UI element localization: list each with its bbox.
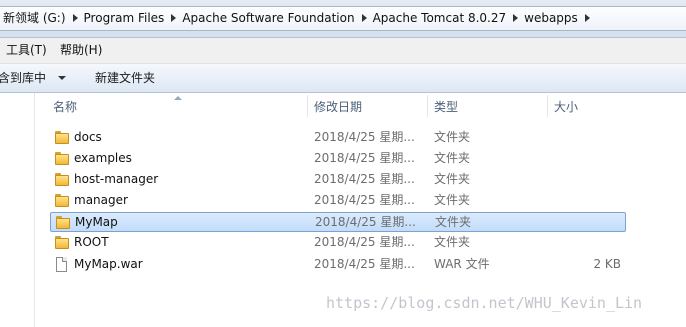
- file-date: 2018/4/25 星期...: [314, 193, 415, 207]
- file-date: 2018/4/25 星期...: [315, 215, 416, 229]
- file-date: 2018/4/25 星期...: [314, 235, 415, 249]
- include-in-library-button[interactable]: 包含到库中: [0, 64, 72, 92]
- file-name: examples: [74, 151, 132, 165]
- menu-help[interactable]: 帮助(H): [60, 38, 102, 63]
- column-header: 名称 修改日期 类型 大小: [36, 93, 686, 119]
- new-folder-button[interactable]: 新建文件夹: [95, 64, 155, 92]
- breadcrumb[interactable]: 新领域 (G:) Program Files Apache Software Fou…: [0, 6, 686, 31]
- breadcrumb-arrow-icon[interactable]: [361, 14, 367, 22]
- file-name: MyMap.war: [74, 257, 143, 271]
- file-date: 2018/4/25 星期...: [314, 151, 415, 165]
- column-divider[interactable]: [547, 95, 548, 117]
- include-in-library-label: 包含到库中: [0, 71, 47, 85]
- file-row-host-manager[interactable]: host-manager 2018/4/25 星期... 文件夹: [50, 170, 626, 190]
- file-row-root[interactable]: ROOT 2018/4/25 星期... 文件夹: [50, 233, 626, 253]
- folder-icon: [55, 236, 69, 249]
- file-date: 2018/4/25 星期...: [314, 257, 415, 271]
- file-row-docs[interactable]: docs 2018/4/25 星期... 文件夹: [50, 128, 626, 148]
- file-name: host-manager: [74, 172, 159, 186]
- file-type: 文件夹: [434, 151, 471, 165]
- breadcrumb-webapps[interactable]: webapps: [524, 7, 578, 30]
- breadcrumb-drive[interactable]: 新领域 (G:): [3, 7, 66, 30]
- column-divider[interactable]: [427, 95, 428, 117]
- breadcrumb-arrow-icon[interactable]: [584, 14, 590, 22]
- address-bar: 新领域 (G:) Program Files Apache Software Fou…: [0, 0, 686, 38]
- folder-icon: [55, 194, 69, 207]
- file-type: 文件夹: [435, 215, 472, 229]
- file-row-examples[interactable]: examples 2018/4/25 星期... 文件夹: [50, 149, 626, 169]
- file-row-manager[interactable]: manager 2018/4/25 星期... 文件夹: [50, 191, 626, 211]
- file-name: ROOT: [74, 235, 109, 249]
- file-icon: [56, 257, 67, 272]
- file-date: 2018/4/25 星期...: [314, 172, 415, 186]
- file-type: 文件夹: [434, 235, 471, 249]
- column-name[interactable]: 名称: [53, 93, 77, 121]
- column-size[interactable]: 大小: [554, 93, 578, 121]
- folder-icon: [55, 173, 69, 186]
- file-row-mymap-war[interactable]: MyMap.war 2018/4/25 星期... WAR 文件 2 KB: [50, 255, 626, 275]
- command-bar: 包含到库中 新建文件夹: [0, 64, 686, 93]
- file-name: MyMap: [75, 215, 118, 229]
- breadcrumb-arrow-icon[interactable]: [72, 14, 78, 22]
- breadcrumb-apache-software-foundation[interactable]: Apache Software Foundation: [182, 7, 354, 30]
- breadcrumb-arrow-icon[interactable]: [171, 14, 177, 22]
- sort-ascending-icon: [174, 96, 182, 100]
- file-type: 文件夹: [434, 172, 471, 186]
- column-date[interactable]: 修改日期: [314, 93, 362, 121]
- breadcrumb-apache-tomcat[interactable]: Apache Tomcat 8.0.27: [373, 7, 507, 30]
- column-divider[interactable]: [307, 95, 308, 117]
- column-type[interactable]: 类型: [434, 93, 458, 121]
- menu-bar: 工具(T) 帮助(H): [0, 38, 686, 64]
- file-type: 文件夹: [434, 130, 471, 144]
- navigation-pane[interactable]: [0, 93, 35, 327]
- file-row-mymap[interactable]: MyMap 2018/4/25 星期... 文件夹: [50, 212, 626, 232]
- file-type: WAR 文件: [434, 257, 490, 271]
- breadcrumb-arrow-icon[interactable]: [513, 14, 519, 22]
- folder-icon: [55, 131, 69, 144]
- file-name: docs: [74, 130, 102, 144]
- file-date: 2018/4/25 星期...: [314, 130, 415, 144]
- breadcrumb-program-files[interactable]: Program Files: [84, 7, 165, 30]
- menu-tools[interactable]: 工具(T): [6, 38, 47, 63]
- file-size: 2 KB: [593, 257, 621, 271]
- watermark: https://blog.csdn.net/WHU_Kevin_Lin: [326, 294, 643, 312]
- folder-icon: [55, 152, 69, 165]
- file-name: manager: [74, 193, 128, 207]
- file-type: 文件夹: [434, 193, 471, 207]
- folder-icon: [56, 216, 70, 229]
- chevron-down-icon: [58, 76, 66, 80]
